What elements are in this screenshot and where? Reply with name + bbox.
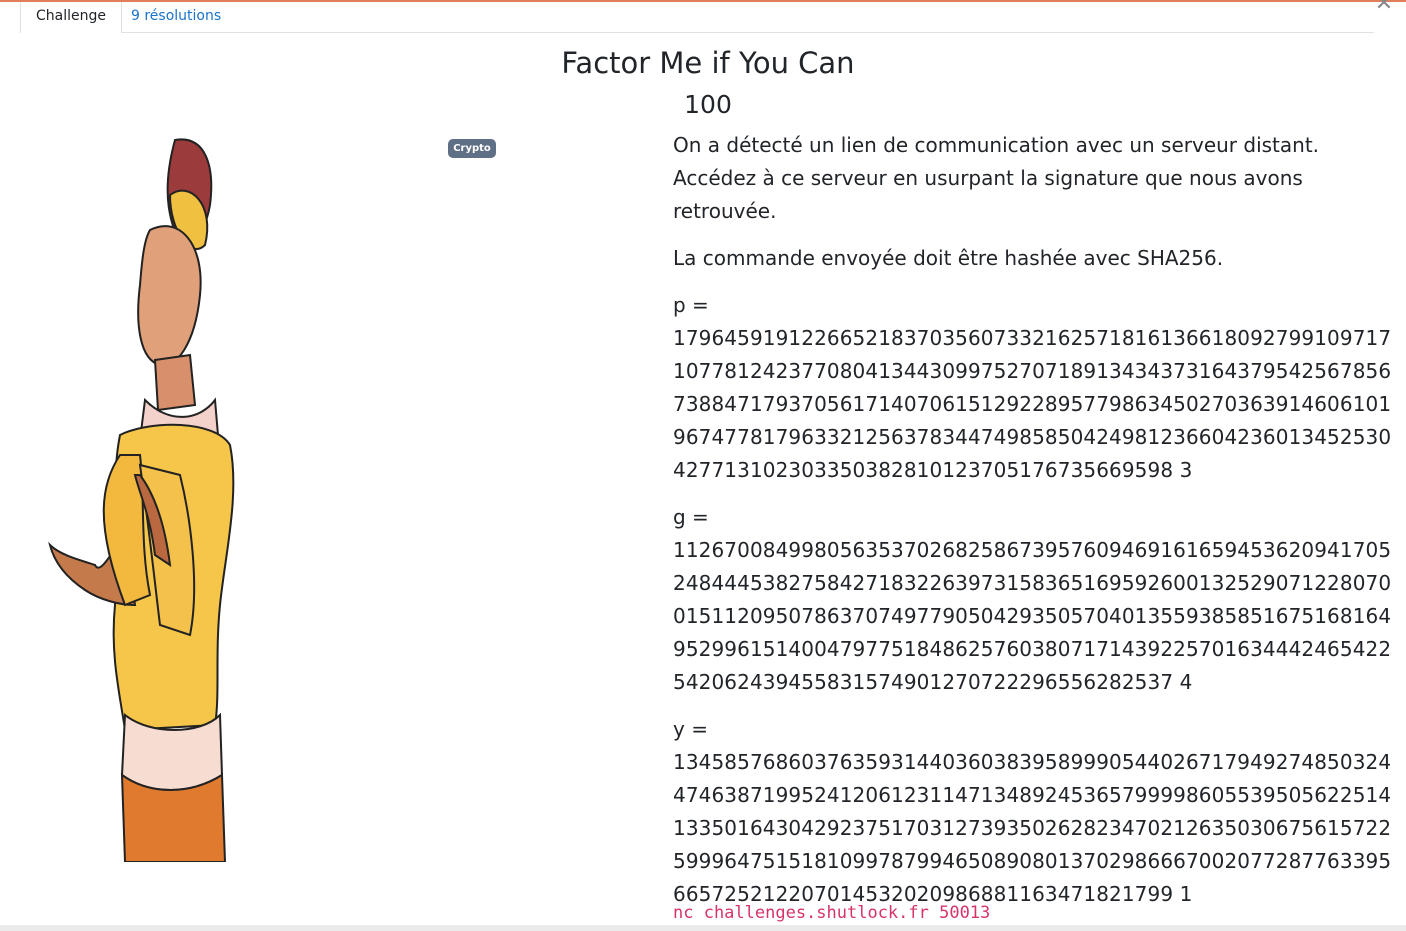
character-illustration	[48, 138, 235, 862]
tab-resolutions[interactable]: 9 résolutions	[116, 2, 236, 33]
param-p-value: 1796459191226652183703560733216257181613…	[673, 326, 1392, 482]
challenge-points: 100	[684, 90, 732, 119]
param-y-label: y =	[673, 717, 708, 741]
param-y-value: 1345857686037635931440360383958999054402…	[673, 750, 1392, 906]
horizontal-scrollbar[interactable]	[0, 925, 1406, 931]
param-y: y = 134585768603763593144036038395899905…	[673, 713, 1393, 911]
challenge-description: On a détecté un lien de communication av…	[673, 129, 1393, 925]
tab-bar: Challenge 9 résolutions	[20, 2, 1374, 33]
connection-command: nc challenges.shutlock.fr 50013	[673, 903, 991, 923]
param-p-label: p =	[673, 293, 709, 317]
close-icon[interactable]: ✕	[1374, 0, 1394, 15]
description-paragraph: On a détecté un lien de communication av…	[673, 133, 1320, 223]
tab-challenge[interactable]: Challenge	[20, 2, 122, 33]
param-p: p = 179645919122665218370356073321625718…	[673, 289, 1393, 487]
param-g-label: g =	[673, 505, 709, 529]
description-paragraph: La commande envoyée doit être hashée ave…	[673, 246, 1224, 270]
param-g-value: 1126700849980563537026825867395760946916…	[673, 538, 1392, 694]
param-g: g = 112670084998056353702682586739576094…	[673, 501, 1393, 699]
challenge-title: Factor Me if You Can	[561, 46, 855, 80]
category-badge: Crypto	[448, 139, 496, 158]
